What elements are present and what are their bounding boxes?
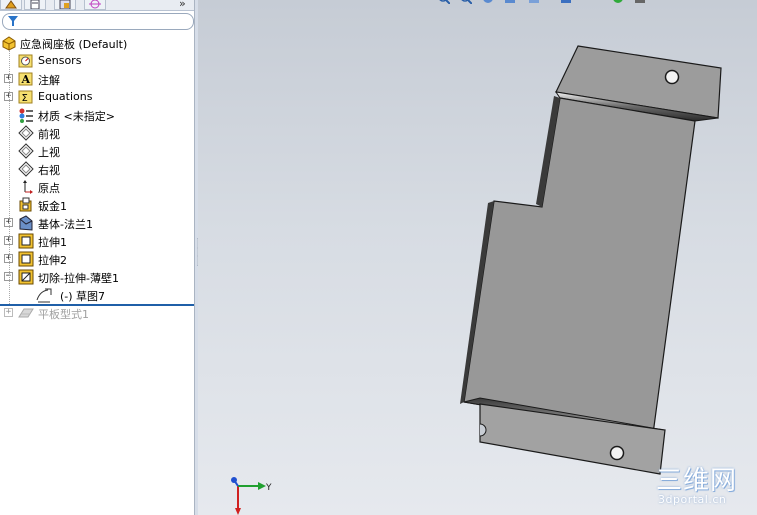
origin-icon	[23, 180, 33, 194]
expand-toggle[interactable]: +	[4, 308, 13, 317]
property-manager-icon	[30, 0, 40, 9]
tree-item-right-plane[interactable]: 右视	[0, 160, 196, 178]
tree-item-material[interactable]: 材质 <未指定>	[0, 106, 196, 124]
tab-configuration-manager[interactable]	[54, 0, 76, 10]
base-flange-icon	[19, 215, 33, 231]
filter-icon	[8, 16, 18, 26]
extrude-icon	[18, 233, 34, 249]
tree-root-part[interactable]: 应急阀座板 (Default)	[0, 34, 196, 52]
panel-tab-bar: »	[0, 0, 196, 11]
annotation-icon: A	[18, 72, 33, 86]
tree-item-annotations[interactable]: + A 注解	[0, 70, 196, 88]
tree-item-extrude-2[interactable]: + 拉伸2	[0, 250, 196, 268]
tree-filter-input[interactable]	[2, 13, 194, 30]
sensors-icon	[18, 54, 33, 68]
tree-item-extrude-1[interactable]: + 拉伸1	[0, 232, 196, 250]
tree-item-top-plane[interactable]: 上视	[0, 142, 196, 160]
reference-triad-icon: Y	[231, 477, 272, 515]
tree-item-sketch-7[interactable]: (-) 草图7	[0, 286, 196, 304]
tab-feature-manager[interactable]	[0, 0, 22, 10]
sheet-metal-icon	[19, 197, 32, 212]
tree-item-equations[interactable]: + Σ Equations	[0, 88, 196, 106]
tree-item-origin[interactable]: 原点	[0, 178, 196, 196]
watermark-url: 3dportal.cn	[658, 493, 727, 506]
dimxpert-icon	[89, 0, 101, 9]
plane-icon	[18, 143, 34, 159]
configuration-manager-icon	[59, 0, 71, 9]
svg-text:A: A	[21, 73, 31, 86]
graphics-viewport[interactable]: Y 三维网 3dportal.cn	[198, 0, 757, 515]
watermark-logo: 三维网 3dportal.cn	[656, 460, 754, 510]
feature-manager-icon	[5, 0, 17, 9]
more-tabs-chevron-icon[interactable]: »	[179, 0, 186, 10]
plane-icon	[18, 161, 34, 177]
tab-dimxpert-manager[interactable]	[84, 0, 106, 10]
plane-icon	[18, 125, 34, 141]
tree-item-sheet-metal[interactable]: 钣金1	[0, 196, 196, 214]
material-icon	[19, 108, 33, 123]
tree-item-label: 应急阀座板 (Default)	[20, 38, 128, 51]
tree-item-base-flange[interactable]: + 基体-法兰1	[0, 214, 196, 232]
feature-manager-panel: » 应急阀座板 (Default) Sensors + A 注解 + Σ Equ…	[0, 0, 196, 515]
part-icon	[2, 36, 16, 51]
cut-extrude-icon	[18, 269, 34, 285]
watermark-title: 三维网	[656, 466, 738, 496]
svg-text:Σ: Σ	[22, 93, 28, 104]
extrude-icon	[18, 251, 34, 267]
equations-sigma-icon: Σ	[18, 90, 33, 104]
tree-item-cut-extrude-thin[interactable]: − 切除-拉伸-薄壁1	[0, 268, 196, 286]
tab-property-manager[interactable]	[24, 0, 46, 10]
tree-item-sensors[interactable]: Sensors	[0, 52, 196, 70]
tree-item-front-plane[interactable]: 前视	[0, 124, 196, 142]
sketch-icon	[36, 288, 52, 303]
tree-item-flat-pattern[interactable]: + 平板型式1	[0, 304, 196, 322]
sheet-metal-part-model[interactable]	[198, 0, 757, 515]
flat-pattern-icon	[18, 308, 34, 318]
triad-y-label: Y	[265, 483, 272, 493]
rollback-bar[interactable]	[0, 304, 194, 306]
